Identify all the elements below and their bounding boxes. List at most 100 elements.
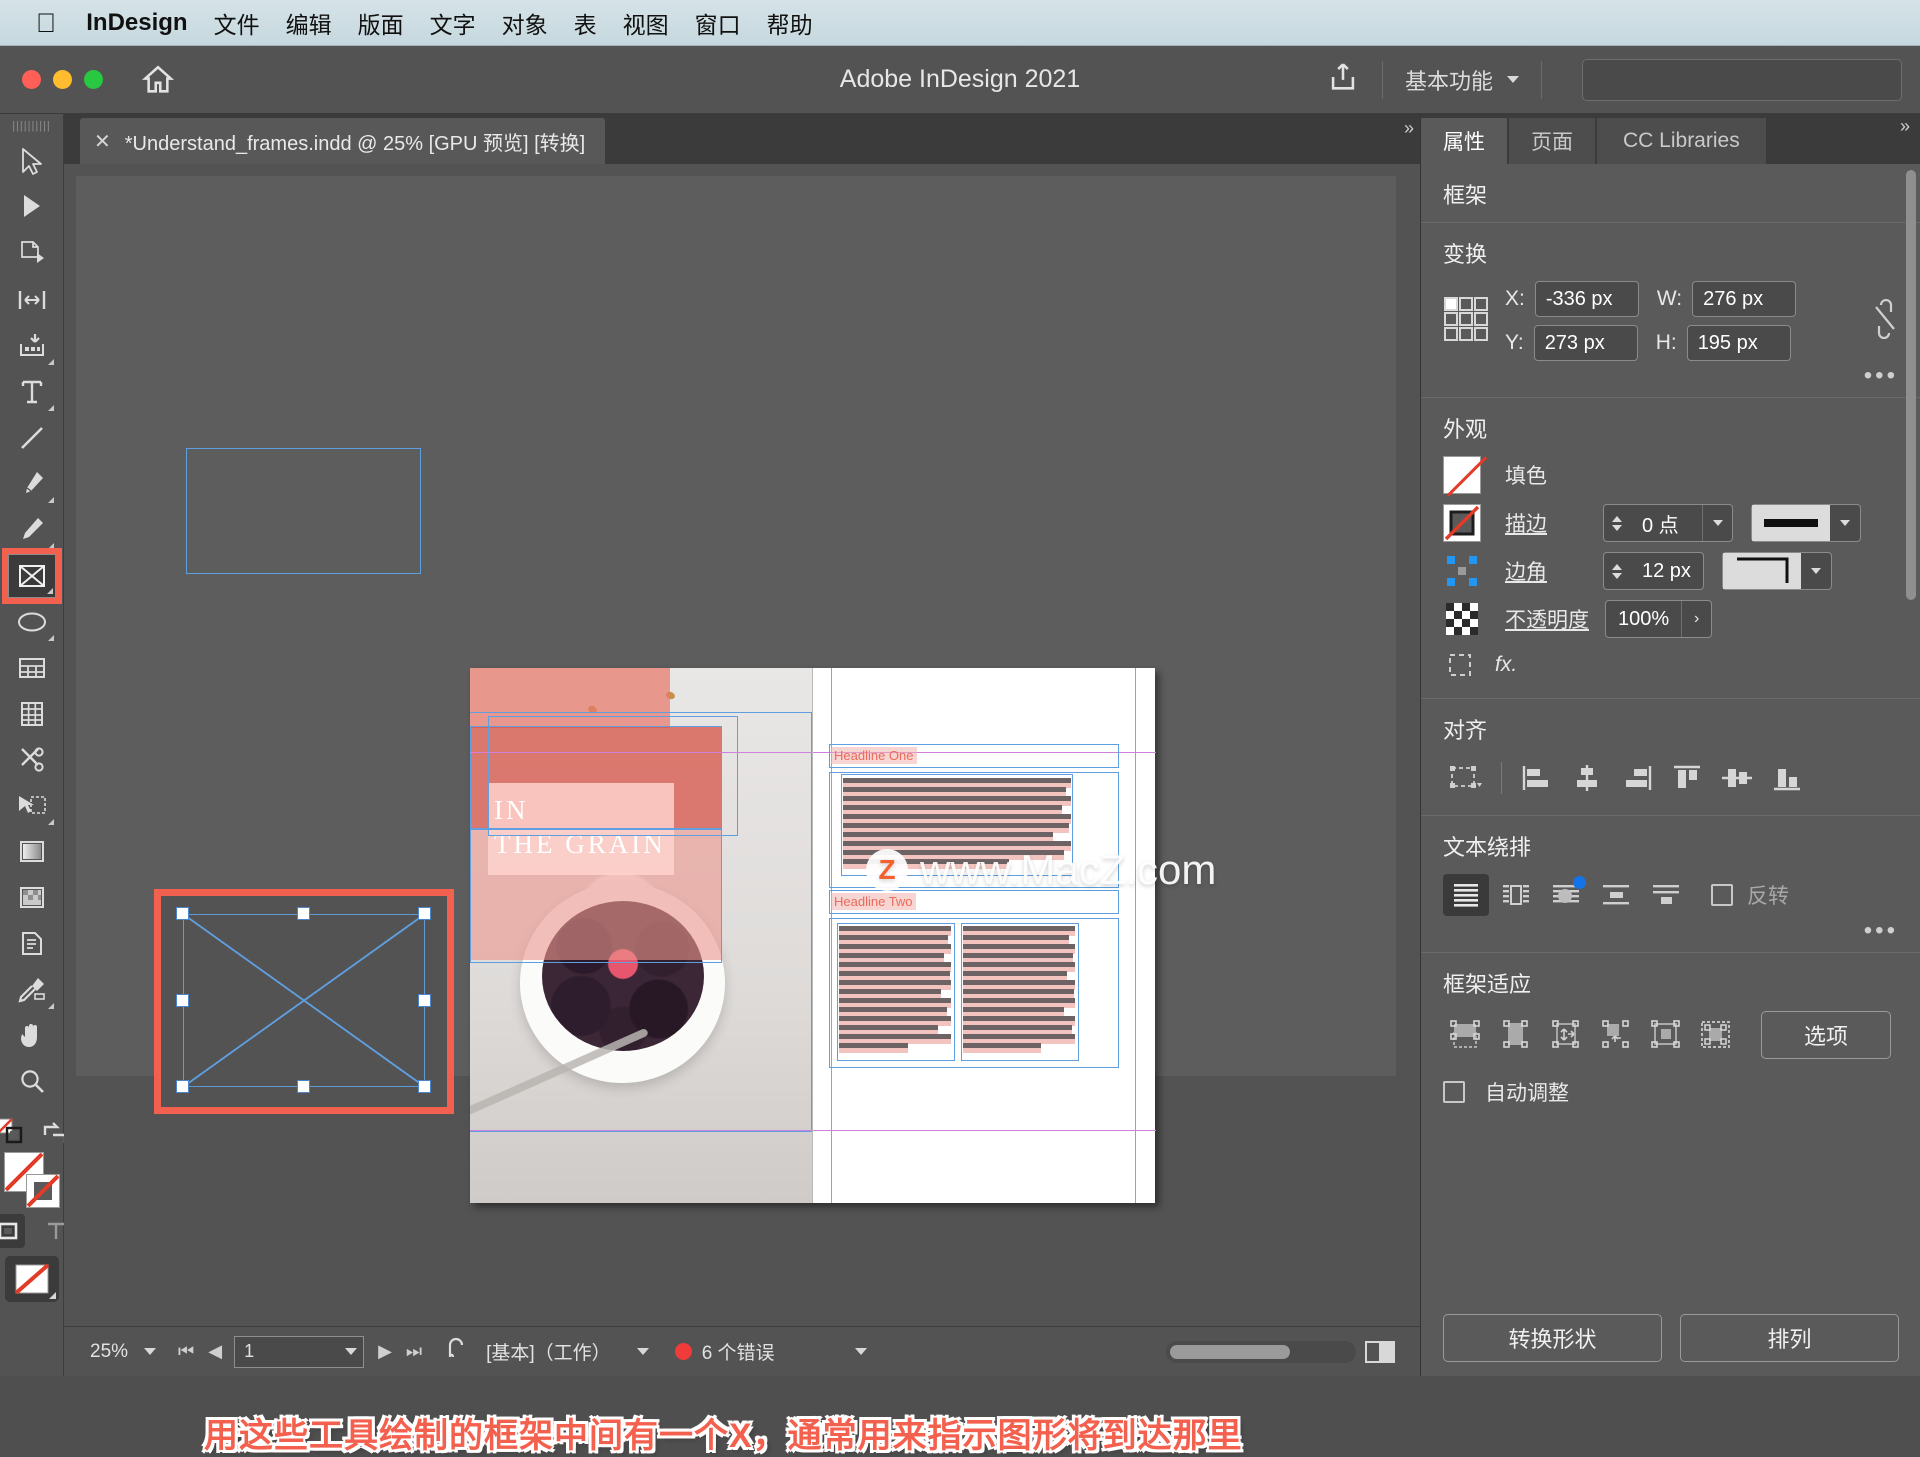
wrap-jump-next-column-icon[interactable] xyxy=(1643,874,1689,916)
zoom-level-label[interactable]: 25% xyxy=(90,1341,128,1363)
line-tool[interactable] xyxy=(8,416,56,460)
h-input[interactable]: 195 px xyxy=(1686,325,1791,361)
fx-label[interactable]: fx. xyxy=(1495,653,1517,677)
type-tool[interactable] xyxy=(8,370,56,414)
align-top-icon[interactable] xyxy=(1664,757,1710,799)
menu-item-help[interactable]: 帮助 xyxy=(767,6,813,40)
default-fill-stroke-icon[interactable] xyxy=(0,1114,27,1148)
stroke-none-swatch-icon[interactable] xyxy=(1443,504,1481,542)
menu-item-edit[interactable]: 编辑 xyxy=(286,6,332,40)
reference-point-grid-icon[interactable] xyxy=(1443,296,1489,347)
selection-tool[interactable] xyxy=(8,140,56,184)
apple-logo-icon[interactable]:  xyxy=(36,9,56,36)
hand-tool[interactable] xyxy=(8,1014,56,1058)
opacity-stepper[interactable]: 100% › xyxy=(1605,600,1713,638)
menu-item-type[interactable]: 文字 xyxy=(430,6,476,40)
document-tab[interactable]: ✕ *Understand_frames.indd @ 25% [GPU 预览]… xyxy=(80,118,606,164)
document-spread[interactable]: IN THE GRAIN Headline One Headline Two xyxy=(470,668,1156,1203)
workspace-selector[interactable]: 基本功能 xyxy=(1405,64,1519,96)
share-icon[interactable] xyxy=(1326,60,1360,99)
opacity-expand-icon[interactable]: › xyxy=(1681,601,1711,637)
align-vertical-center-icon[interactable] xyxy=(1714,757,1760,799)
resize-handle-w[interactable] xyxy=(176,993,189,1007)
view-mode-icon[interactable] xyxy=(1364,1339,1398,1365)
menu-item-view[interactable]: 视图 xyxy=(623,6,669,40)
page-tool[interactable] xyxy=(8,232,56,276)
prev-page-icon[interactable]: ◀ xyxy=(208,1341,222,1362)
free-transform-tool[interactable] xyxy=(8,784,56,828)
expand-panels-icon[interactable]: » xyxy=(1404,118,1414,139)
left-page[interactable]: IN THE GRAIN xyxy=(470,668,812,1203)
chevron-down-icon[interactable] xyxy=(854,1348,867,1355)
stepper-arrows-icon[interactable] xyxy=(1604,553,1630,589)
fill-none-swatch-icon[interactable] xyxy=(1443,456,1481,494)
pencil-tool[interactable] xyxy=(8,508,56,552)
pen-tool[interactable] xyxy=(8,462,56,506)
more-options-icon[interactable]: ••• xyxy=(1443,364,1898,388)
tab-pages[interactable]: 页面 xyxy=(1509,118,1595,164)
stepper-arrows-icon[interactable] xyxy=(1604,505,1630,541)
align-left-icon[interactable] xyxy=(1514,757,1560,799)
close-icon[interactable]: ✕ xyxy=(94,129,111,154)
first-page-icon[interactable]: ⏮ xyxy=(178,1341,194,1362)
align-right-icon[interactable] xyxy=(1614,757,1660,799)
resize-handle-nw[interactable] xyxy=(176,907,189,920)
chevron-down-icon[interactable] xyxy=(1801,553,1831,589)
wrap-none-icon[interactable] xyxy=(1443,874,1489,916)
clear-frame-fitting-icon[interactable] xyxy=(1693,1014,1739,1056)
corner-options-icon[interactable] xyxy=(1443,552,1481,590)
align-to-selection-icon[interactable] xyxy=(1443,757,1489,799)
menu-item-window[interactable]: 窗口 xyxy=(695,6,741,40)
apply-none-icon[interactable] xyxy=(4,1256,59,1302)
eyedropper-tool[interactable] xyxy=(8,968,56,1012)
tab-cc-libraries[interactable]: CC Libraries xyxy=(1597,118,1766,164)
stroke-weight-stepper[interactable]: 0 点 xyxy=(1603,504,1733,542)
search-input[interactable] xyxy=(1582,58,1902,101)
chevron-down-icon[interactable] xyxy=(636,1348,649,1355)
rectangle-frame-tool[interactable] xyxy=(1,548,62,604)
resize-handle-se[interactable] xyxy=(418,1080,431,1093)
document-canvas[interactable]: IN THE GRAIN Headline One Headline Two Z… xyxy=(64,164,1420,1455)
effects-fx-icon[interactable] xyxy=(1443,648,1477,682)
menu-item-table[interactable]: 表 xyxy=(574,6,597,40)
frame-guide[interactable] xyxy=(829,772,1119,888)
wrap-object-shape-icon[interactable] xyxy=(1543,874,1589,916)
panel-scrollbar[interactable] xyxy=(1906,170,1916,600)
chevron-down-icon[interactable] xyxy=(345,1348,358,1355)
convert-shape-button[interactable]: 转换形状 xyxy=(1443,1314,1662,1362)
frame-guide[interactable] xyxy=(470,712,812,1132)
maximize-window-button[interactable] xyxy=(84,70,103,89)
direct-selection-tool[interactable] xyxy=(8,186,56,230)
w-input[interactable]: 276 px xyxy=(1692,281,1797,317)
resize-handle-n[interactable] xyxy=(297,907,310,920)
scissors-tool[interactable] xyxy=(8,738,56,782)
chevron-down-icon[interactable] xyxy=(1702,505,1732,541)
chevron-down-icon[interactable] xyxy=(1830,505,1860,541)
empty-text-frame[interactable] xyxy=(186,448,421,574)
fit-content-proportionally-icon[interactable] xyxy=(1593,1014,1639,1056)
broken-chain-icon[interactable] xyxy=(1872,298,1898,344)
fit-frame-to-content-icon[interactable] xyxy=(1493,1014,1539,1056)
fitting-options-button[interactable]: 选项 xyxy=(1761,1011,1891,1059)
pasteboard[interactable]: IN THE GRAIN Headline One Headline Two Z… xyxy=(76,176,1396,1203)
gradient-swatch-tool[interactable] xyxy=(8,830,56,874)
app-name-label[interactable]: InDesign xyxy=(86,9,187,37)
gap-tool[interactable] xyxy=(8,278,56,322)
auto-fit-checkbox[interactable] xyxy=(1443,1081,1465,1103)
collapse-panels-icon[interactable]: » xyxy=(1900,116,1910,137)
corner-label[interactable]: 边角 xyxy=(1505,556,1575,586)
tab-properties[interactable]: 属性 xyxy=(1421,118,1507,164)
minimize-window-button[interactable] xyxy=(53,70,72,89)
chevron-down-icon[interactable] xyxy=(144,1348,157,1355)
last-page-icon[interactable]: ⏭ xyxy=(406,1341,422,1362)
invert-checkbox[interactable] xyxy=(1711,884,1733,906)
ellipse-tool[interactable] xyxy=(8,600,56,644)
menu-item-layout[interactable]: 版面 xyxy=(358,6,404,40)
align-bottom-icon[interactable] xyxy=(1764,757,1810,799)
selected-graphic-frame[interactable] xyxy=(154,889,454,1114)
arrange-button[interactable]: 排列 xyxy=(1680,1314,1899,1362)
wrap-jump-object-icon[interactable] xyxy=(1593,874,1639,916)
wrap-bounding-box-icon[interactable] xyxy=(1493,874,1539,916)
columns-tool[interactable] xyxy=(8,692,56,736)
y-input[interactable]: 273 px xyxy=(1533,325,1638,361)
